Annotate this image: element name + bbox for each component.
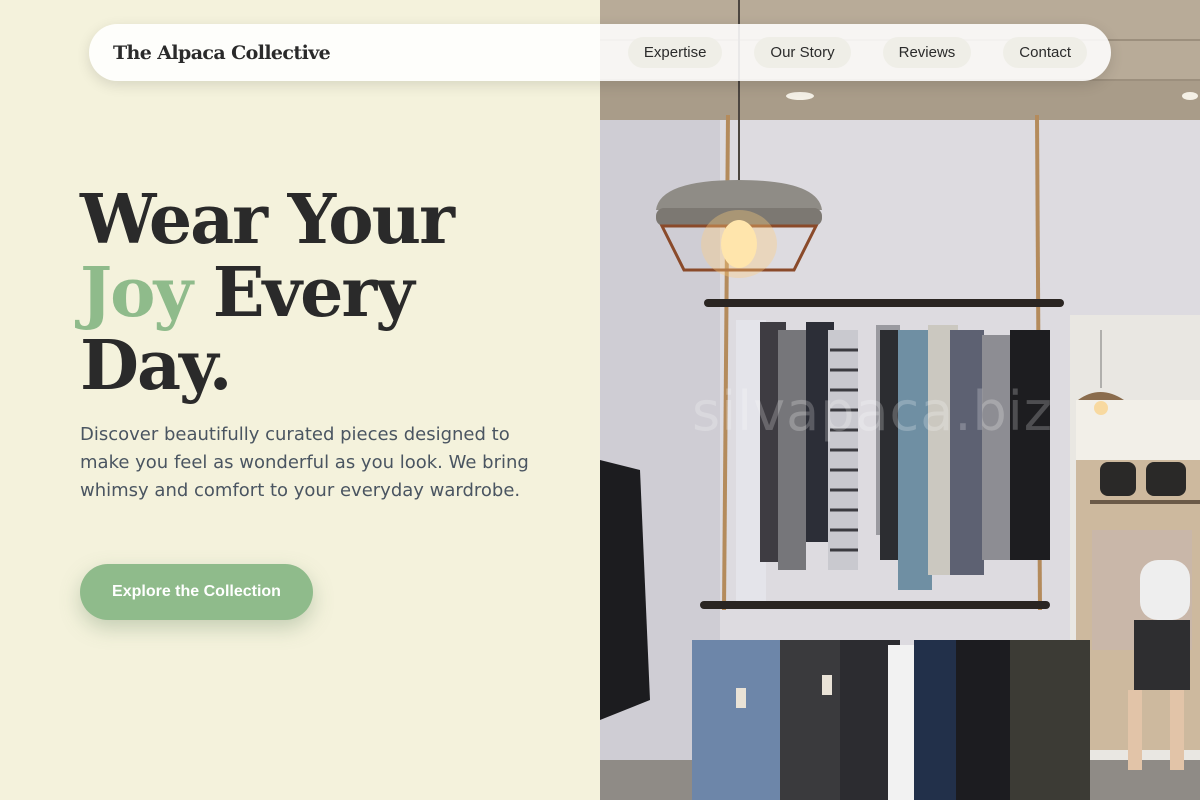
hero-title-accent: Joy [80, 253, 193, 333]
hero-image: silvapaca.biz [600, 0, 1200, 800]
brand-logo-text[interactable]: The Alpaca Collective [113, 42, 331, 64]
hero-title-line3: Day. [80, 326, 232, 406]
image-watermark: silvapaca.biz [692, 380, 1054, 443]
explore-collection-button[interactable]: Explore the Collection [80, 564, 313, 620]
top-navbar: The Alpaca Collective Expertise Our Stor… [89, 24, 1111, 81]
nav-link-reviews[interactable]: Reviews [882, 37, 972, 68]
hero-title: Wear Your Joy Every Day. [80, 184, 455, 406]
nav-links: Expertise Our Story Reviews Contact [627, 37, 1087, 68]
hero-description: Discover beautifully curated pieces desi… [80, 424, 529, 501]
hero-title-line1: Wear Your [80, 180, 455, 260]
hero-title-line2-rest: Every [191, 253, 415, 333]
nav-link-contact[interactable]: Contact [1003, 37, 1087, 68]
nav-link-our-story[interactable]: Our Story [754, 37, 851, 68]
nav-link-expertise[interactable]: Expertise [627, 37, 723, 68]
